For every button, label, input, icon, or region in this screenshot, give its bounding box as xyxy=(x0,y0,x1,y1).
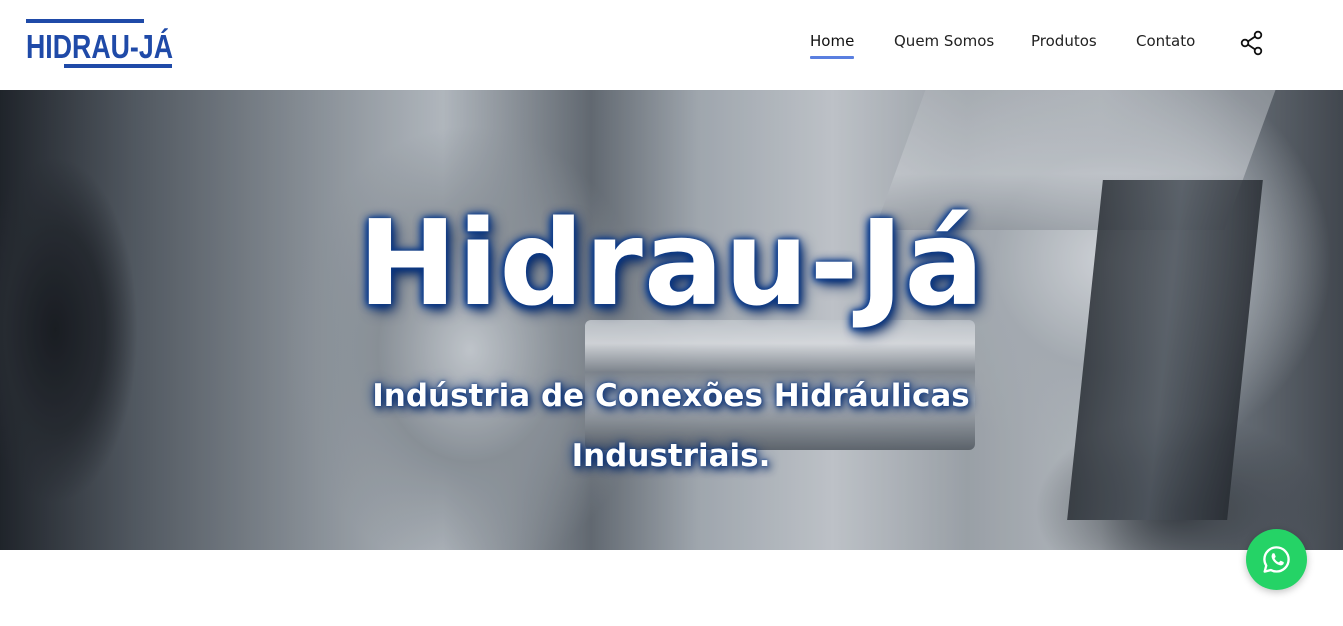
hero-title: Hidrau-Já xyxy=(357,194,985,332)
hero-subtitle-line1: Indústria de Conexões Hidráulicas xyxy=(372,378,970,414)
hero-subtitle-line2: Industriais. xyxy=(571,438,771,474)
main-nav: Home Quem Somos Produtos Contato xyxy=(0,31,1343,61)
nav-quem-somos[interactable]: Quem Somos xyxy=(894,31,994,51)
share-icon[interactable] xyxy=(1239,30,1265,56)
nav-produtos[interactable]: Produtos xyxy=(1031,31,1097,51)
whatsapp-icon xyxy=(1263,546,1290,573)
hero-subtitle: Indústria de Conexões Hidráulicas Indust… xyxy=(371,366,971,486)
whatsapp-button[interactable] xyxy=(1246,529,1307,590)
nav-contato[interactable]: Contato xyxy=(1136,31,1195,51)
site-header: HIDRAU-JÁ Home Quem Somos Produtos Conta… xyxy=(0,0,1343,90)
nav-home[interactable]: Home xyxy=(810,31,855,59)
